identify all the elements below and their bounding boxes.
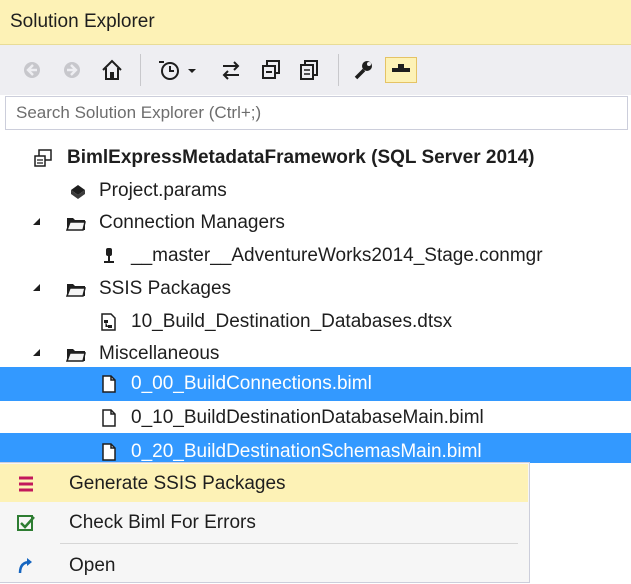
menu-item-label: Check Biml For Errors	[69, 512, 256, 533]
tree-node-conmgr[interactable]: __master__AdventureWorks2014_Stage.conmg…	[0, 239, 631, 272]
params-icon	[71, 185, 85, 199]
file-icon	[102, 409, 116, 427]
tree-node-biml-file[interactable]: 0_10_BuildDestinationDatabaseMain.biml	[0, 401, 631, 434]
tree-node-solution[interactable]: BimlExpressMetadataFramework (SQL Server…	[0, 141, 631, 174]
properties-icon[interactable]	[350, 57, 376, 83]
search-input[interactable]: Search Solution Explorer (Ctrl+;)	[5, 96, 628, 130]
tree-node-biml-file[interactable]: 0_00_BuildConnections.biml	[0, 367, 631, 401]
show-all-files-icon[interactable]	[296, 57, 322, 83]
forward-icon[interactable]	[60, 57, 84, 83]
home-icon[interactable]	[98, 57, 126, 83]
menu-separator	[60, 543, 518, 544]
tree-node-label: BimlExpressMetadataFramework (SQL Server…	[67, 147, 535, 168]
back-icon[interactable]	[20, 57, 44, 83]
tree-node-label: Project.params	[99, 180, 227, 201]
menu-item-check-biml-for-errors[interactable]: Check Biml For Errors	[0, 503, 528, 541]
check-errors-icon	[17, 515, 35, 531]
tree-node-label: 0_20_BuildDestinationSchemasMain.biml	[131, 441, 482, 462]
folder-icon	[66, 284, 86, 297]
panel-title: Solution Explorer	[10, 11, 155, 32]
connection-manager-icon	[104, 248, 114, 263]
expand-arrow-icon[interactable]	[33, 218, 40, 225]
file-icon	[102, 375, 116, 393]
menu-item-open[interactable]: Open	[0, 546, 528, 584]
solution-icon	[34, 149, 52, 167]
menu-item-label: Generate SSIS Packages	[69, 473, 286, 494]
tree-node-ssis-packages[interactable]: SSIS Packages	[0, 272, 631, 305]
toolbar-separator	[338, 54, 339, 86]
toolbar	[0, 45, 631, 95]
tree-node-miscellaneous[interactable]: Miscellaneous	[0, 337, 631, 370]
tree-node-label: SSIS Packages	[99, 278, 232, 299]
pending-changes-filter-icon[interactable]	[155, 57, 201, 83]
menu-item-label: Open	[69, 555, 116, 576]
sync-icon[interactable]	[218, 57, 244, 83]
menu-item-generate-ssis-packages[interactable]: Generate SSIS Packages	[0, 464, 528, 502]
search-placeholder: Search Solution Explorer (Ctrl+;)	[16, 103, 262, 122]
tree-node-label: Connection Managers	[99, 212, 285, 233]
tree-node-project-params[interactable]: Project.params	[0, 174, 631, 207]
tree-node-label: Miscellaneous	[99, 343, 220, 364]
panel-title-bar: Solution Explorer	[0, 0, 631, 45]
tree-node-biml-file[interactable]: 0_20_BuildDestinationSchemasMain.biml	[0, 433, 631, 463]
tree-node-label: 10_Build_Destination_Databases.dtsx	[131, 311, 453, 332]
expand-arrow-icon[interactable]	[33, 284, 40, 291]
folder-icon	[66, 349, 86, 362]
tree-node-label: __master__AdventureWorks2014_Stage.conmg…	[131, 245, 543, 266]
tree-node-dtsx[interactable]: 10_Build_Destination_Databases.dtsx	[0, 305, 631, 338]
expand-arrow-icon[interactable]	[33, 349, 40, 356]
open-icon	[18, 558, 32, 574]
toolbar-separator	[140, 54, 141, 86]
context-menu: Generate SSIS Packages Check Biml For Er…	[0, 462, 530, 583]
package-file-icon	[101, 313, 116, 331]
preview-selected-items-icon[interactable]	[385, 57, 417, 83]
file-icon	[102, 443, 116, 461]
tree-node-label: 0_00_BuildConnections.biml	[131, 373, 372, 394]
tree-node-label: 0_10_BuildDestinationDatabaseMain.biml	[131, 407, 484, 428]
folder-icon	[66, 218, 86, 231]
generate-packages-icon	[19, 476, 33, 492]
tree-node-connection-managers[interactable]: Connection Managers	[0, 206, 631, 239]
collapse-all-icon[interactable]	[258, 57, 284, 83]
